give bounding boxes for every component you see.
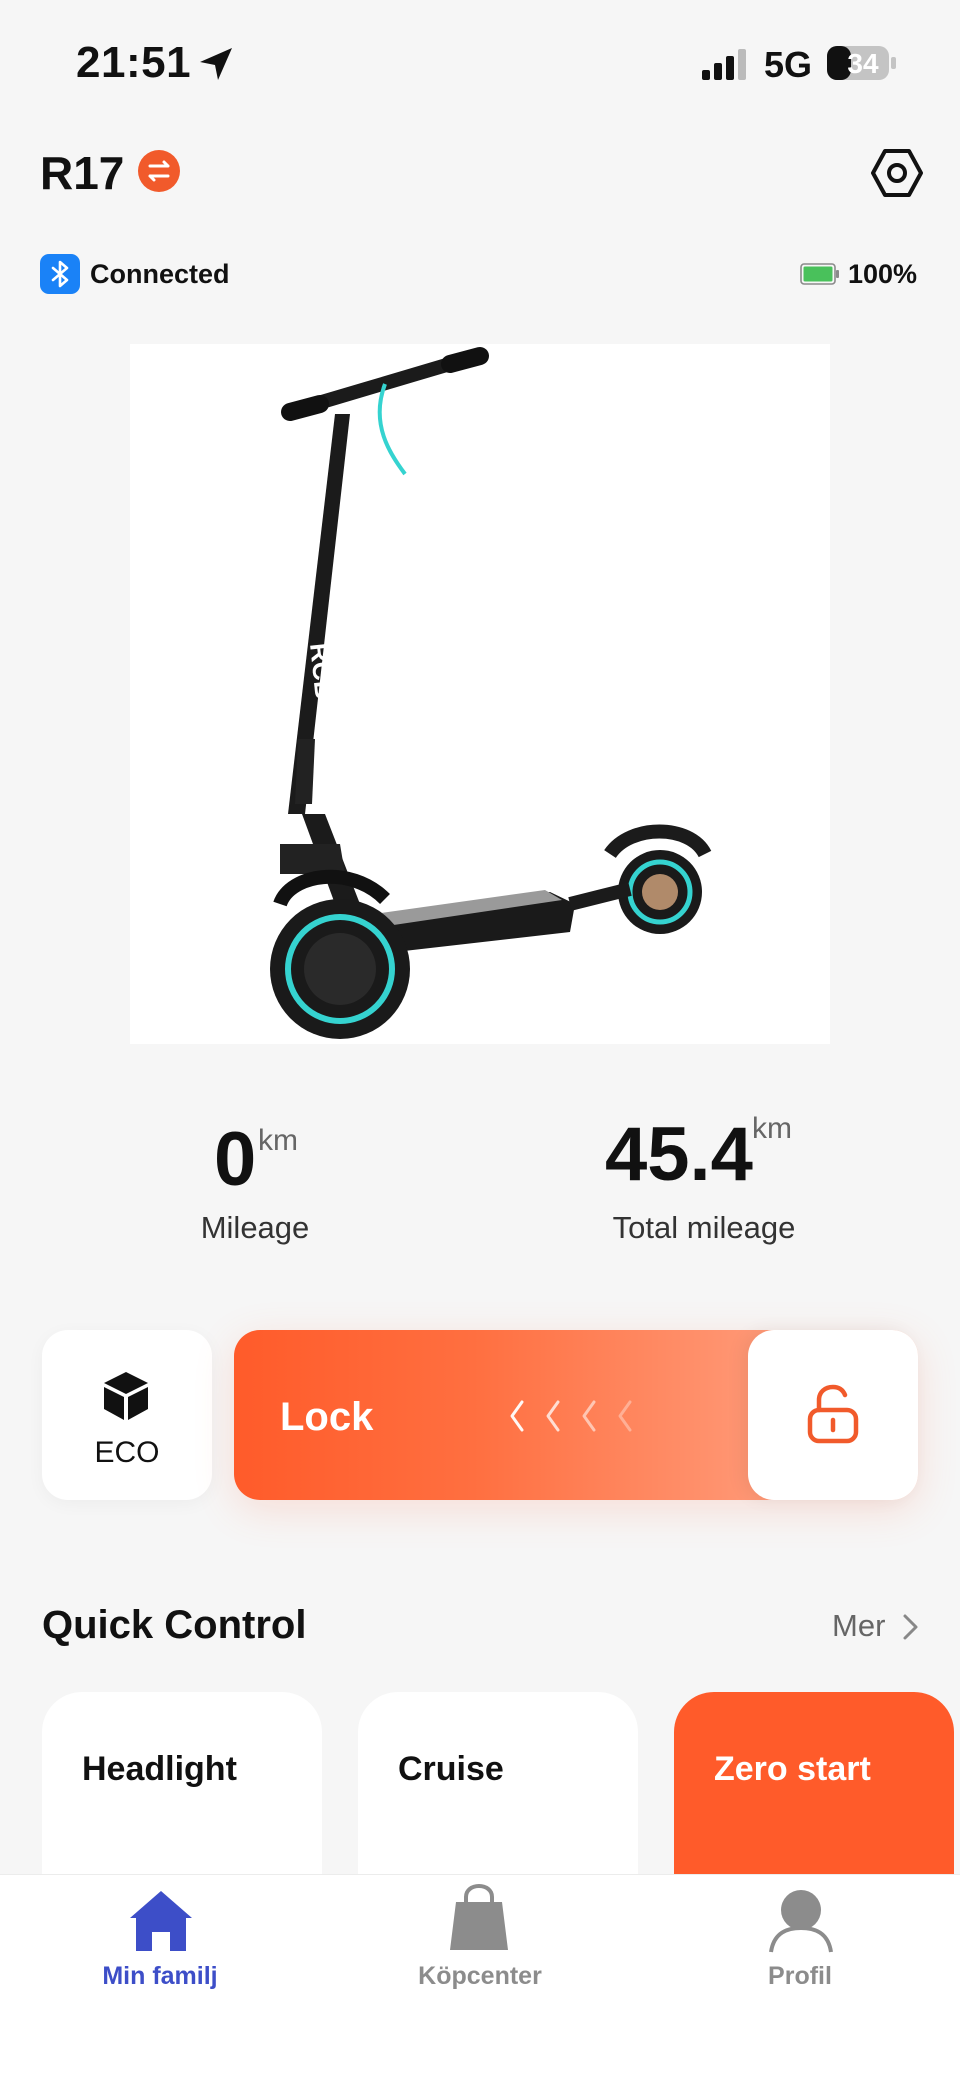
switch-device-icon[interactable] — [138, 150, 180, 192]
quick-control-label: Zero start — [714, 1750, 871, 1788]
device-title: R17 — [40, 147, 125, 199]
quick-control-label: Cruise — [398, 1750, 504, 1788]
quick-control-label: Headlight — [82, 1750, 237, 1788]
settings-icon[interactable] — [870, 146, 924, 200]
lock-label: Lock — [280, 1395, 374, 1439]
total-mileage-unit: km — [752, 1112, 792, 1145]
total-mileage-label: Total mileage — [612, 1210, 796, 1245]
shopping-bag-icon — [450, 1884, 508, 1950]
home-icon — [130, 1891, 192, 1951]
chevron-right-icon[interactable] — [900, 1610, 922, 1644]
bluetooth-icon — [40, 254, 80, 294]
location-arrow-icon — [200, 48, 232, 80]
mileage-unit: km — [258, 1124, 298, 1157]
tab-profil[interactable]: Profil — [700, 1962, 900, 1991]
cube-icon — [104, 1372, 148, 1420]
ride-mode-label: ECO — [94, 1436, 160, 1469]
tab-kopcenter[interactable]: Köpcenter — [380, 1962, 580, 1991]
scooter-battery-percent: 100% — [848, 259, 918, 289]
status-time: 21:51 — [76, 38, 192, 87]
tab-min-familj[interactable]: Min familj — [60, 1962, 260, 1991]
cellular-signal-icon — [702, 49, 746, 80]
scooter-battery-icon — [800, 263, 839, 285]
more-link[interactable]: Mer — [832, 1608, 885, 1644]
profile-icon — [769, 1890, 833, 1953]
total-mileage-value: 45.4 — [605, 1112, 753, 1197]
unlock-icon — [807, 1384, 859, 1444]
mileage-value: 0 — [214, 1117, 257, 1202]
network-type: 5G — [764, 44, 813, 85]
quick-control-title: Quick Control — [42, 1603, 307, 1647]
connection-status: Connected — [90, 259, 230, 289]
scooter-image: RCB — [130, 344, 830, 1044]
mileage-label: Mileage — [200, 1210, 310, 1245]
phone-battery-level: 34 — [847, 48, 879, 79]
svg-text:RCB: RCB — [304, 641, 340, 700]
slide-chevrons-icon — [510, 1400, 632, 1432]
